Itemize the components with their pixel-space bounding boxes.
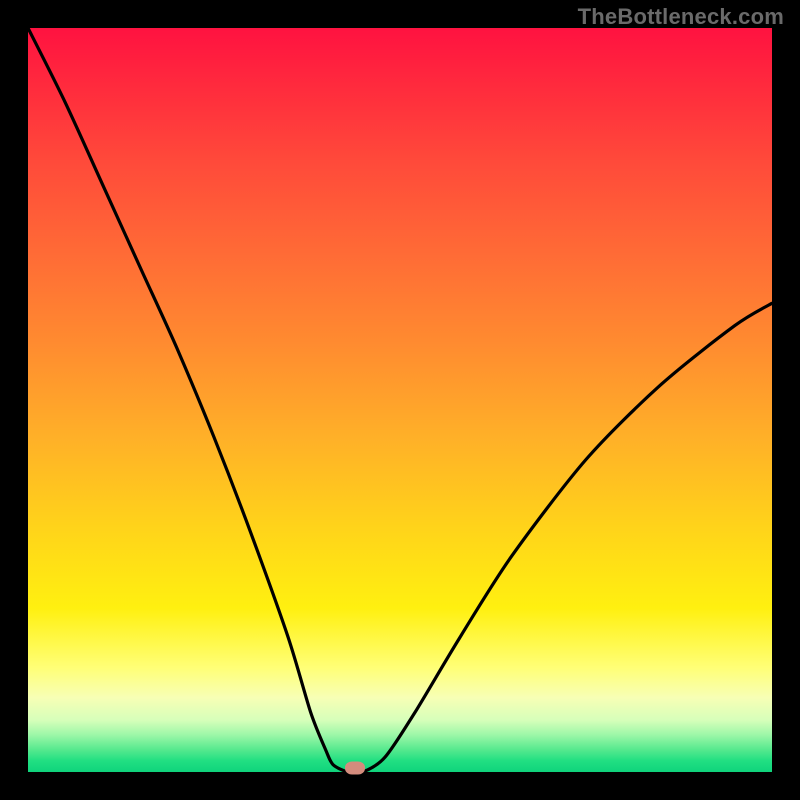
chart-frame: TheBottleneck.com: [0, 0, 800, 800]
watermark-text: TheBottleneck.com: [578, 4, 784, 30]
bottleneck-curve: [28, 28, 772, 772]
optimal-point-marker: [345, 762, 365, 775]
plot-area: [28, 28, 772, 772]
